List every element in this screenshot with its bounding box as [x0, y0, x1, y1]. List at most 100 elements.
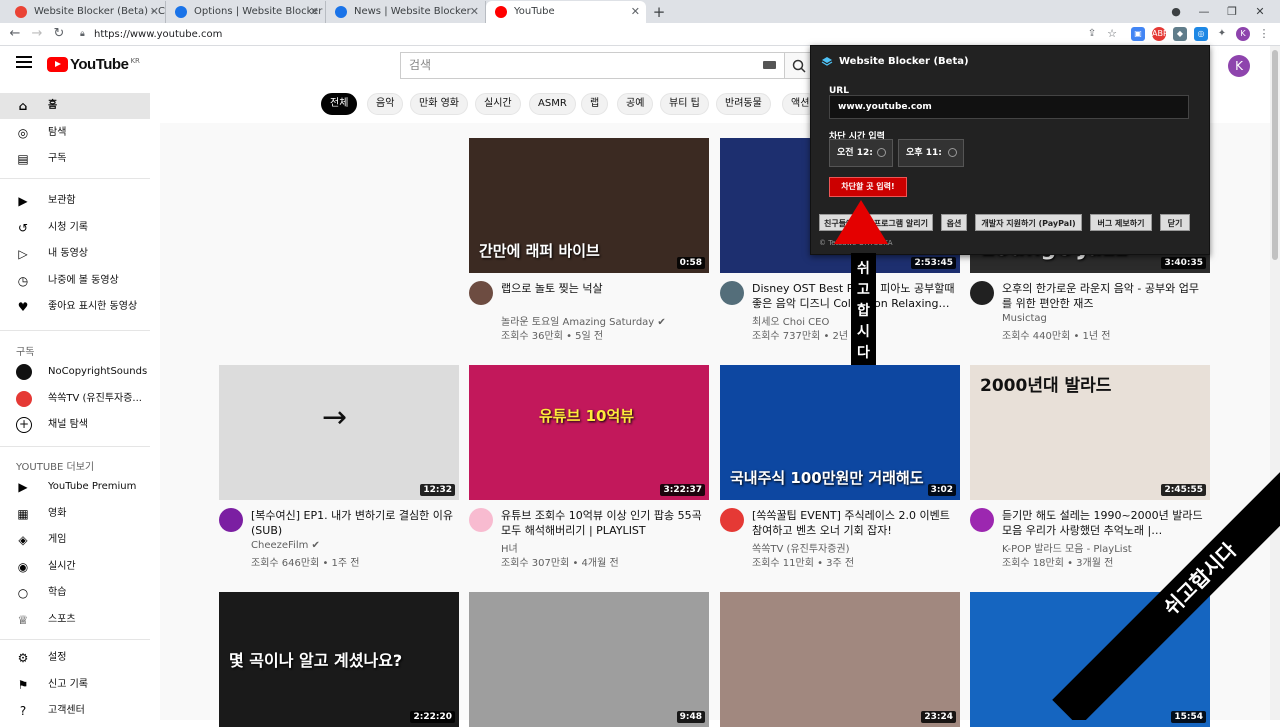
channel-avatar[interactable]: [970, 281, 994, 305]
extensions-puzzle-icon[interactable]: ✦: [1215, 27, 1229, 41]
browser-tab[interactable]: Options | Website Blocker ✕: [166, 1, 326, 23]
maximize-icon[interactable]: ❐: [1218, 0, 1246, 23]
video-thumbnail[interactable]: 국내주식 100만원만 거래해도 3:02: [720, 365, 960, 500]
scrollbar-thumb[interactable]: [1272, 50, 1278, 260]
new-tab-button[interactable]: +: [650, 1, 668, 23]
chip-filter[interactable]: 전체: [321, 93, 358, 115]
sidebar-item-library[interactable]: ▷ 내 동영상: [0, 241, 150, 267]
browser-tab[interactable]: Website Blocker (Beta) - Chrom✕: [6, 1, 166, 23]
chip-filter[interactable]: 반려동물: [716, 93, 771, 115]
bookmark-star-icon[interactable]: ☆: [1105, 27, 1119, 41]
tab-search-icon[interactable]: ●: [1162, 0, 1190, 23]
sidebar-item-more[interactable]: ◉ 실시간: [0, 554, 150, 580]
chip-filter[interactable]: ASMR: [529, 93, 576, 115]
sidebar-item-library[interactable]: ▶ 보관함: [0, 188, 150, 214]
sidebar-item-library[interactable]: ↺ 시청 기록: [0, 215, 150, 241]
sidebar-item-more[interactable]: ○ 학습: [0, 580, 150, 606]
sidebar-item-more[interactable]: ◈ 게임: [0, 527, 150, 553]
video-duration: 0:58: [676, 257, 705, 269]
submit-block-button[interactable]: 차단할 곳 입력!: [829, 177, 907, 197]
profile-avatar[interactable]: K: [1236, 27, 1250, 41]
browser-tab[interactable]: YouTube ✕: [486, 1, 646, 23]
sidebar-item-main[interactable]: ▤ 구독: [0, 146, 150, 172]
sidebar-item-settings[interactable]: ⚑ 신고 기록: [0, 672, 150, 698]
channel-avatar[interactable]: [720, 508, 744, 532]
video-thumbnail[interactable]: 몇 곡이나 알고 계셨나요? 2:22:20: [219, 592, 459, 727]
website-blocker-icon[interactable]: ◎: [1194, 27, 1208, 41]
video-title[interactable]: 유튜브 조회수 10억뷰 이상 인기 팝송 55곡 모두 해석해버리기 | PL…: [501, 508, 706, 538]
video-thumbnail[interactable]: 15:54: [970, 592, 1210, 727]
search-input[interactable]: 검색: [400, 52, 785, 79]
channel-avatar[interactable]: [720, 281, 744, 305]
chip-filter[interactable]: 음악: [367, 93, 404, 115]
video-thumbnail[interactable]: 간만에 래퍼 바이브 0:58: [469, 138, 709, 273]
channel-name[interactable]: K-POP 발라드 모음 - PlayList: [1002, 540, 1132, 555]
channel-name[interactable]: Musictag: [1002, 313, 1047, 324]
sidebar-subscription[interactable]: 쏙쏙TV (유진투자증...: [0, 386, 150, 412]
start-time-input[interactable]: 오전 12:: [829, 139, 893, 167]
sidebar-item-more[interactable]: ▦ 영화: [0, 501, 150, 527]
video-title[interactable]: 듣기만 해도 설레는 1990~2000년 발라드모음 우리가 사랑했던 추억노…: [1002, 508, 1207, 538]
channel-avatar[interactable]: [469, 508, 493, 532]
support-developer-button[interactable]: 개발자 지원하기 (PayPal): [975, 214, 1082, 231]
sidebar-item-library[interactable]: ♥ 좋아요 표시한 동영상: [0, 294, 150, 320]
chip-filter[interactable]: 랩: [581, 93, 609, 115]
channel-avatar[interactable]: [469, 281, 493, 305]
channel-name[interactable]: 최세오 Choi CEO: [752, 313, 829, 328]
video-title[interactable]: [복수여신] EP1. 내가 변하기로 결심한 이유 (SUB): [251, 508, 456, 538]
video-thumbnail[interactable]: 9:48: [469, 592, 709, 727]
forward-button[interactable]: →: [28, 25, 46, 43]
sidebar-item-main[interactable]: ⌂ 홈: [0, 93, 150, 119]
sidebar-item-more[interactable]: ♕ 스포츠: [0, 607, 150, 633]
channel-avatar[interactable]: [970, 508, 994, 532]
video-title[interactable]: [쏙쏙꿀팁 EVENT] 주식레이스 2.0 이벤트 참여하고 벤츠 오너 기회…: [752, 508, 957, 538]
chip-filter[interactable]: 실시간: [475, 93, 521, 115]
back-button[interactable]: ←: [6, 25, 24, 43]
hamburger-menu-icon[interactable]: [16, 56, 32, 72]
channel-name[interactable]: 놀라운 토요일 Amazing Saturday ✔: [501, 313, 666, 328]
tab-close-icon[interactable]: ✕: [150, 1, 159, 23]
tab-close-icon[interactable]: ✕: [310, 1, 319, 23]
sidebar-subscription[interactable]: NoCopyrightSounds: [0, 359, 150, 385]
channel-name[interactable]: H녀: [501, 540, 518, 555]
chip-filter[interactable]: 공예: [617, 93, 654, 115]
menu-kebab-icon[interactable]: ⋮: [1257, 27, 1271, 41]
page-scrollbar[interactable]: [1270, 46, 1280, 720]
video-title[interactable]: 랩으로 놀토 찢는 넉살: [501, 281, 706, 296]
close-window-icon[interactable]: ✕: [1246, 0, 1274, 23]
adblock-icon[interactable]: ABP: [1152, 27, 1168, 41]
address-bar[interactable]: 🔒︎ https://www.youtube.com: [78, 25, 1078, 44]
chip-filter[interactable]: 만화 영화: [410, 93, 468, 115]
report-bug-button[interactable]: 버그 제보하기: [1090, 214, 1152, 231]
options-button[interactable]: 옵션: [941, 214, 967, 231]
sidebar-item-more[interactable]: ▶ YouTube Premium: [0, 474, 150, 500]
tab-close-icon[interactable]: ✕: [470, 1, 479, 23]
video-thumbnail[interactable]: 23:24: [720, 592, 960, 727]
sidebar-subscription[interactable]: + 채널 탐색: [0, 412, 150, 438]
url-input[interactable]: www.youtube.com: [829, 95, 1189, 119]
channel-avatar[interactable]: [219, 508, 243, 532]
chip-filter[interactable]: 뷰티 팁: [660, 93, 709, 115]
account-avatar[interactable]: K: [1228, 55, 1250, 77]
channel-name[interactable]: 쏙쏙TV (유진투자증권): [752, 540, 850, 555]
extension-icon-3[interactable]: ◆: [1173, 27, 1187, 41]
reload-button[interactable]: ↻: [50, 25, 68, 43]
close-popup-button[interactable]: 닫기: [1160, 214, 1190, 231]
video-thumbnail[interactable]: → 12:32: [219, 365, 459, 500]
channel-name[interactable]: CheezeFilm ✔: [251, 540, 320, 551]
share-icon[interactable]: ⇪: [1085, 27, 1099, 41]
end-time-input[interactable]: 오후 11:: [898, 139, 964, 167]
keyboard-icon[interactable]: [763, 61, 776, 69]
extension-icon-1[interactable]: ▣: [1131, 27, 1145, 41]
video-title[interactable]: 오후의 한가로운 라운지 음악 - 공부와 업무를 위한 편안한 재즈: [1002, 281, 1207, 311]
sidebar-item-library[interactable]: ◷ 나중에 볼 동영상: [0, 268, 150, 294]
video-thumbnail[interactable]: 유튜브 10억뷰 3:22:37: [469, 365, 709, 500]
video-thumbnail[interactable]: 2000년대 발라드 2:45:55: [970, 365, 1210, 500]
youtube-logo[interactable]: YouTube KR: [47, 57, 140, 73]
tab-close-icon[interactable]: ✕: [631, 1, 640, 23]
sidebar-item-settings[interactable]: ⚙ 설정: [0, 645, 150, 671]
browser-tab[interactable]: News | Website Blocker ✕: [326, 1, 486, 23]
minimize-icon[interactable]: —: [1190, 0, 1218, 23]
sidebar-item-main[interactable]: ◎ 탐색: [0, 120, 150, 146]
sidebar-item-settings[interactable]: ? 고객센터: [0, 698, 150, 724]
